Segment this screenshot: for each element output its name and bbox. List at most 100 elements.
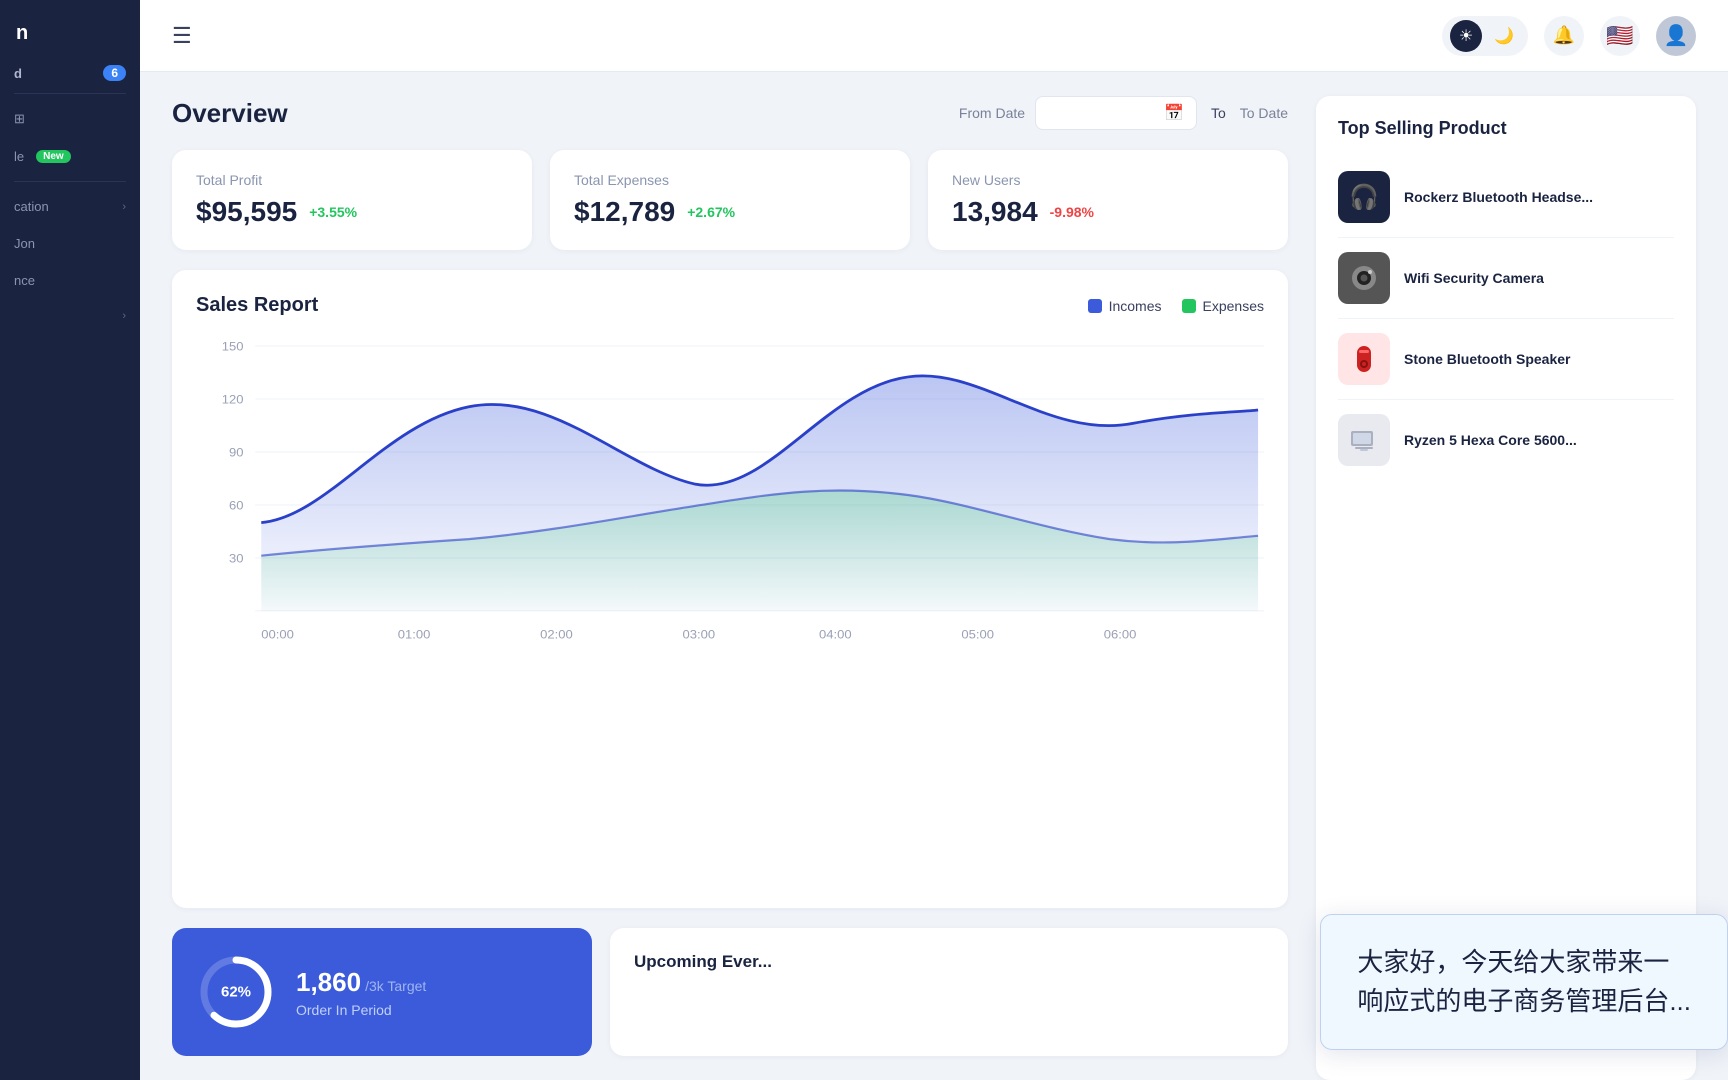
- language-selector[interactable]: 🇺🇸: [1600, 16, 1640, 56]
- income-legend-dot: [1088, 299, 1102, 313]
- left-panel: Overview From Date 📅 To To Date Total Pr…: [172, 96, 1288, 1080]
- sales-report-card: Sales Report Incomes Expenses: [172, 270, 1288, 908]
- stat-value-row-users: 13,984 -9.98%: [952, 196, 1264, 228]
- stat-value-expenses: $12,789: [574, 196, 675, 228]
- product-item-rockerz[interactable]: 🎧 Rockerz Bluetooth Headse...: [1338, 157, 1674, 238]
- svg-text:30: 30: [229, 552, 244, 565]
- order-count: 1,860: [296, 967, 361, 998]
- product-name-ryzen: Ryzen 5 Hexa Core 5600...: [1404, 432, 1674, 448]
- stat-label-profit: Total Profit: [196, 172, 508, 188]
- order-sublabel: Order In Period: [296, 1002, 426, 1018]
- svg-text:60: 60: [229, 499, 244, 512]
- flag-icon: 🇺🇸: [1606, 23, 1633, 49]
- product-icon-ryzen: [1338, 414, 1390, 466]
- svg-text:01:00: 01:00: [398, 628, 431, 641]
- overview-header: Overview From Date 📅 To To Date: [172, 96, 1288, 130]
- upcoming-card: Upcoming Ever...: [610, 928, 1288, 1056]
- svg-text:05:00: 05:00: [961, 628, 994, 641]
- sidebar: n d 6 ⊞ le New cation › Jon nce ›: [0, 0, 140, 1080]
- stat-value-row-expenses: $12,789 +2.67%: [574, 196, 886, 228]
- from-date-input[interactable]: [1048, 106, 1158, 121]
- order-target: /3k Target: [365, 978, 426, 994]
- svg-text:120: 120: [222, 393, 244, 406]
- svg-text:90: 90: [229, 446, 244, 459]
- income-legend-label: Incomes: [1109, 298, 1162, 314]
- stat-change-users: -9.98%: [1050, 204, 1094, 220]
- notification-button[interactable]: 🔔: [1544, 16, 1584, 56]
- sidebar-item-extra[interactable]: ›: [0, 299, 140, 333]
- svg-text:06:00: 06:00: [1104, 628, 1137, 641]
- expense-legend-dot: [1182, 299, 1196, 313]
- to-date-label: To Date: [1240, 105, 1288, 121]
- sidebar-item-ice[interactable]: nce: [0, 262, 140, 299]
- chart-svg: 150 120 90 60 30 00:00 01:00 02:00 03:00…: [196, 335, 1264, 655]
- stat-card-total-expenses: Total Expenses $12,789 +2.67%: [550, 150, 910, 250]
- svg-text:150: 150: [222, 340, 244, 353]
- user-avatar[interactable]: 👤: [1656, 16, 1696, 56]
- order-progress-wrap: 62%: [196, 952, 276, 1032]
- svg-text:03:00: 03:00: [683, 628, 716, 641]
- product-list: 🎧 Rockerz Bluetooth Headse...: [1338, 157, 1674, 480]
- sidebar-divider-1: [14, 93, 126, 94]
- bell-icon: 🔔: [1553, 25, 1575, 46]
- from-date-label: From Date: [959, 105, 1025, 121]
- legend-income: Incomes: [1088, 298, 1162, 314]
- product-name-wifi-camera: Wifi Security Camera: [1404, 270, 1674, 286]
- order-card: 62% 1,860 /3k Target Order In Period: [172, 928, 592, 1056]
- product-item-ryzen[interactable]: Ryzen 5 Hexa Core 5600...: [1338, 400, 1674, 480]
- stat-value-row-profit: $95,595 +3.55%: [196, 196, 508, 228]
- theme-toggle: ☀ 🌙: [1442, 16, 1528, 56]
- topbar: ☰ ☀ 🌙 🔔 🇺🇸 👤: [140, 0, 1728, 72]
- product-name-stone-speaker: Stone Bluetooth Speaker: [1404, 351, 1674, 367]
- stat-value-users: 13,984: [952, 196, 1038, 228]
- stat-value-profit: $95,595: [196, 196, 297, 228]
- svg-text:00:00: 00:00: [261, 628, 294, 641]
- sidebar-item-jon[interactable]: Jon: [0, 225, 140, 262]
- from-date-input-wrap[interactable]: 📅: [1035, 96, 1197, 130]
- legend-expense: Expenses: [1182, 298, 1264, 314]
- order-progress-label: 62%: [221, 984, 251, 1001]
- page-title: Overview: [172, 98, 288, 129]
- sales-report-header: Sales Report Incomes Expenses: [196, 294, 1264, 317]
- sales-report-title: Sales Report: [196, 294, 318, 317]
- expense-legend-label: Expenses: [1203, 298, 1264, 314]
- calendar-icon-from: 📅: [1164, 103, 1184, 123]
- product-icon-rockerz: 🎧: [1338, 171, 1390, 223]
- chat-overlay: 大家好，今天给大家带来一响应式的电子商务管理后台...: [1320, 914, 1728, 1050]
- sidebar-item-dashboard[interactable]: ⊞: [0, 100, 140, 138]
- product-icon-wifi-camera: [1338, 252, 1390, 304]
- light-theme-button[interactable]: ☀: [1450, 20, 1482, 52]
- upcoming-title: Upcoming Ever...: [634, 952, 1264, 972]
- stat-card-total-profit: Total Profit $95,595 +3.55%: [172, 150, 532, 250]
- product-name-rockerz: Rockerz Bluetooth Headse...: [1404, 189, 1674, 205]
- sidebar-divider-2: [14, 181, 126, 182]
- sidebar-item-products[interactable]: le New: [0, 138, 140, 175]
- sidebar-arrow-location: ›: [122, 201, 126, 213]
- stat-change-expenses: +2.67%: [687, 204, 735, 220]
- sales-chart: 150 120 90 60 30 00:00 01:00 02:00 03:00…: [196, 335, 1264, 655]
- svg-text:02:00: 02:00: [540, 628, 573, 641]
- dark-theme-button[interactable]: 🌙: [1488, 20, 1520, 52]
- sidebar-nav-label: d: [14, 66, 22, 81]
- to-label: To: [1207, 105, 1230, 121]
- stat-change-profit: +3.55%: [309, 204, 357, 220]
- stat-cards: Total Profit $95,595 +3.55% Total Expens…: [172, 150, 1288, 250]
- sidebar-arrow-extra: ›: [122, 310, 126, 322]
- sidebar-item-location[interactable]: cation ›: [0, 188, 140, 225]
- order-info: 1,860 /3k Target Order In Period: [296, 967, 426, 1018]
- bottom-row: 62% 1,860 /3k Target Order In Period Upc…: [172, 928, 1288, 1080]
- product-item-wifi-camera[interactable]: Wifi Security Camera: [1338, 238, 1674, 319]
- date-filter-row: From Date 📅 To To Date: [959, 96, 1288, 130]
- menu-icon[interactable]: ☰: [172, 23, 192, 49]
- stat-label-expenses: Total Expenses: [574, 172, 886, 188]
- top-selling-title: Top Selling Product: [1338, 118, 1674, 139]
- stat-label-users: New Users: [952, 172, 1264, 188]
- chat-overlay-text: 大家好，今天给大家带来一响应式的电子商务管理后台...: [1357, 947, 1691, 1016]
- stat-card-new-users: New Users 13,984 -9.98%: [928, 150, 1288, 250]
- sidebar-logo: n: [0, 0, 140, 55]
- sidebar-new-badge: New: [36, 150, 71, 163]
- product-icon-stone-speaker: [1338, 333, 1390, 385]
- product-item-stone-speaker[interactable]: Stone Bluetooth Speaker: [1338, 319, 1674, 400]
- avatar-icon: 👤: [1664, 23, 1689, 48]
- sidebar-nav-badge: 6: [103, 65, 126, 81]
